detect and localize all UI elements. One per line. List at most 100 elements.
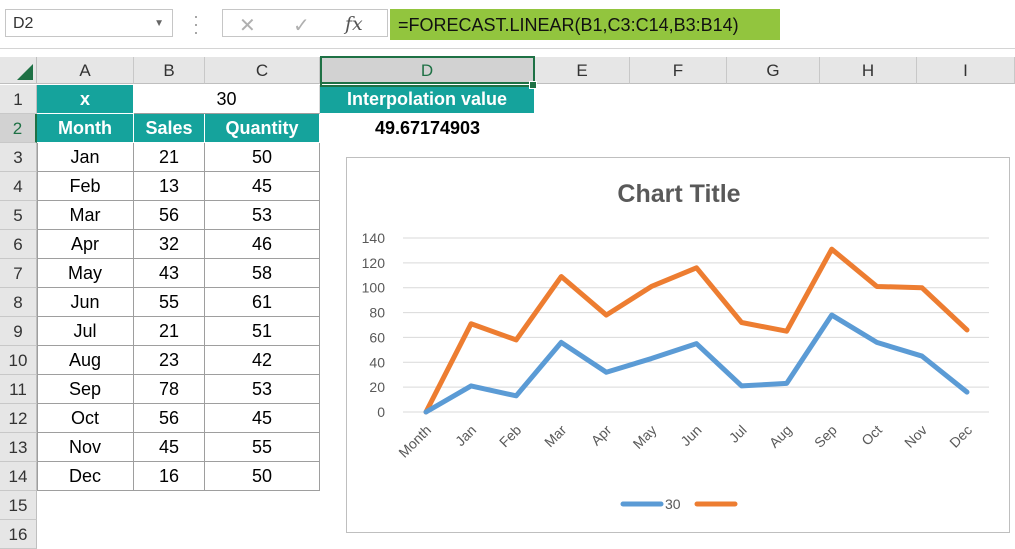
cell-d1[interactable]: Interpolation value [320, 85, 535, 114]
column-header-e[interactable]: E [535, 57, 630, 84]
row-header-13[interactable]: 13 [0, 433, 37, 462]
table-cell[interactable]: Aug [37, 346, 134, 375]
cell-a1[interactable]: x [37, 85, 134, 114]
column-header-i[interactable]: I [917, 57, 1015, 84]
row-header-10[interactable]: 10 [0, 346, 37, 375]
table-cell[interactable]: Nov [37, 433, 134, 462]
header-sales[interactable]: Sales [134, 114, 205, 143]
column-header-h[interactable]: H [820, 57, 917, 84]
select-all-corner[interactable] [0, 57, 37, 84]
table-cell[interactable]: Jul [37, 317, 134, 346]
row-header-8[interactable]: 8 [0, 288, 37, 317]
table-cell[interactable]: 56 [134, 404, 205, 433]
table-cell[interactable]: 53 [205, 201, 320, 230]
legend-label: 30 [665, 496, 681, 512]
table-cell[interactable]: 50 [205, 143, 320, 172]
table-cell[interactable]: 21 [134, 317, 205, 346]
more-options-icon[interactable]: · · · [193, 7, 199, 41]
x-tick-label: Month [395, 422, 434, 461]
y-tick-label: 140 [362, 230, 386, 246]
select-all-icon [17, 64, 33, 80]
active-cell-selection [320, 56, 537, 89]
table-cell[interactable]: 50 [205, 462, 320, 491]
table-cell[interactable]: May [37, 259, 134, 288]
row-header-12[interactable]: 12 [0, 404, 37, 433]
row-header-7[interactable]: 7 [0, 259, 37, 288]
x-tick-label: Feb [496, 422, 525, 451]
column-header-f[interactable]: F [630, 57, 727, 84]
cell-b1[interactable]: 30 [134, 85, 320, 114]
insert-function-icon[interactable]: fx [345, 13, 363, 35]
table-cell[interactable]: Dec [37, 462, 134, 491]
table-cell[interactable]: Mar [37, 201, 134, 230]
x-tick-label: Jan [452, 422, 479, 449]
table-cell[interactable]: Jan [37, 143, 134, 172]
table-cell[interactable]: 53 [205, 375, 320, 404]
line-chart[interactable]: Chart Title 0 20 40 60 80 100 120 140 Month Jan Feb… [346, 157, 1010, 533]
enter-icon[interactable]: ✓ [293, 13, 310, 38]
table-cell[interactable]: 43 [134, 259, 205, 288]
table-cell[interactable]: 32 [134, 230, 205, 259]
row-header-15[interactable]: 15 [0, 491, 37, 520]
y-tick-label: 80 [369, 305, 385, 321]
x-tick-label: Dec [946, 422, 975, 451]
row-header-6[interactable]: 6 [0, 230, 37, 259]
table-cell[interactable]: 55 [134, 288, 205, 317]
fill-handle[interactable] [529, 81, 537, 89]
x-tick-label: Nov [901, 422, 930, 451]
x-tick-label: Sep [811, 422, 840, 451]
header-quantity[interactable]: Quantity [205, 114, 320, 143]
y-tick-label: 0 [377, 404, 385, 420]
header-month[interactable]: Month [37, 114, 134, 143]
table-cell[interactable]: 13 [134, 172, 205, 201]
row-header-16[interactable]: 16 [0, 520, 37, 549]
column-header-g[interactable]: G [727, 57, 820, 84]
table-cell[interactable]: 56 [134, 201, 205, 230]
table-cell[interactable]: 45 [205, 172, 320, 201]
y-tick-label: 120 [362, 255, 386, 271]
row-header-2[interactable]: 2 [0, 114, 37, 143]
name-box-value: D2 [13, 15, 34, 32]
table-cell[interactable]: 42 [205, 346, 320, 375]
name-box[interactable]: D2 ▼ [5, 9, 173, 37]
table-cell[interactable]: 21 [134, 143, 205, 172]
chart-svg: Chart Title 0 20 40 60 80 100 120 140 Month Jan Feb… [362, 180, 989, 512]
cancel-icon[interactable]: ✕ [239, 13, 256, 38]
row-header-4[interactable]: 4 [0, 172, 37, 201]
x-tick-label: May [630, 422, 660, 452]
x-tick-label: Oct [858, 422, 885, 449]
y-tick-label: 40 [369, 354, 385, 370]
row-header-3[interactable]: 3 [0, 143, 37, 172]
table-cell[interactable]: Oct [37, 404, 134, 433]
table-cell[interactable]: Sep [37, 375, 134, 404]
formula-buttons: ✕ ✓ fx [222, 9, 388, 37]
table-cell[interactable]: 58 [205, 259, 320, 288]
row-header-5[interactable]: 5 [0, 201, 37, 230]
series-line [423, 312, 970, 415]
table-cell[interactable]: 16 [134, 462, 205, 491]
table-cell[interactable]: Feb [37, 172, 134, 201]
formula-input[interactable]: =FORECAST.LINEAR(B1,C3:C14,B3:B14) [390, 9, 780, 40]
row-header-14[interactable]: 14 [0, 462, 37, 491]
column-header-b[interactable]: B [134, 57, 205, 84]
table-cell[interactable]: 55 [205, 433, 320, 462]
table-left-border [37, 143, 38, 491]
row-header-11[interactable]: 11 [0, 375, 37, 404]
cell-d2[interactable]: 49.67174903 [320, 114, 535, 143]
y-tick-label: 60 [369, 329, 385, 345]
table-cell[interactable]: 45 [205, 404, 320, 433]
table-cell[interactable]: 51 [205, 317, 320, 346]
column-header-c[interactable]: C [205, 57, 320, 84]
chevron-down-icon[interactable]: ▼ [154, 18, 164, 29]
row-header-1[interactable]: 1 [0, 85, 37, 114]
column-header-a[interactable]: A [37, 57, 134, 84]
row-header-9[interactable]: 9 [0, 317, 37, 346]
table-cell[interactable]: Apr [37, 230, 134, 259]
formula-bar: D2 ▼ · · · ✕ ✓ fx =FORECAST.LINEAR(B1,C3:C… [0, 0, 1015, 49]
table-cell[interactable]: 45 [134, 433, 205, 462]
table-cell[interactable]: 61 [205, 288, 320, 317]
table-cell[interactable]: 23 [134, 346, 205, 375]
table-cell[interactable]: 78 [134, 375, 205, 404]
table-cell[interactable]: 46 [205, 230, 320, 259]
table-cell[interactable]: Jun [37, 288, 134, 317]
